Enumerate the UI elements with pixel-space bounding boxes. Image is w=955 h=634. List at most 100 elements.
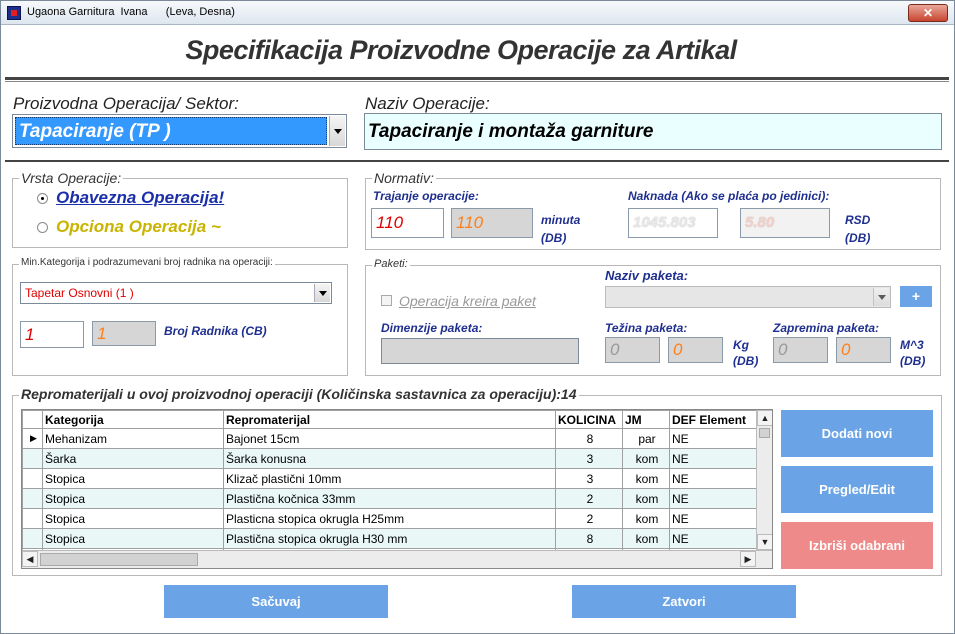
cell-repromaterijal: Plasticna stopica okrugla H25mm — [223, 508, 556, 529]
column-header-kolicina[interactable]: KOLICINA — [555, 410, 623, 429]
row-selector[interactable] — [22, 468, 43, 489]
radio-mandatory-label[interactable]: Obavezna Operacija! — [56, 188, 224, 208]
fee-label: Naknada (Ako se plaća po jedinici): — [628, 189, 830, 203]
chevron-down-icon[interactable] — [873, 288, 889, 306]
cell-kolicina: 3 — [555, 448, 623, 469]
category-group — [12, 264, 348, 376]
column-header-jm[interactable]: JM — [622, 410, 670, 429]
package-weight-label: Težina paketa: — [605, 321, 688, 335]
radio-mandatory[interactable] — [37, 193, 48, 204]
radio-optional[interactable] — [37, 222, 48, 233]
cell-repromaterijal: Klizač plastični 10mm — [223, 468, 556, 489]
close-window-button[interactable]: ✕ — [908, 4, 948, 22]
vertical-scroll-thumb[interactable] — [759, 428, 770, 438]
add-package-button[interactable]: + — [900, 286, 932, 307]
sector-label: Proizvodna Operacija/ Sektor: — [13, 94, 239, 113]
normativ-title: Normativ: — [372, 170, 436, 186]
sector-select[interactable]: Tapaciranje (TP ) — [12, 114, 347, 148]
row-current-indicator-icon[interactable]: ▶ — [22, 428, 43, 449]
add-material-button[interactable]: Dodati novi — [781, 410, 933, 457]
sector-select-value: Tapaciranje (TP ) — [15, 117, 327, 145]
package-weight-input[interactable]: 0 — [605, 337, 660, 363]
package-checkbox-label[interactable]: Operacija kreira paket — [399, 293, 536, 309]
cell-jm: kom — [622, 488, 670, 509]
delete-material-button[interactable]: Izbriši odabrani — [781, 522, 933, 569]
cell-jm: kom — [622, 468, 670, 489]
operation-name-label: Naziv Operacije: — [365, 94, 490, 113]
cell-def-element: NE — [669, 468, 758, 489]
close-button[interactable]: Zatvori — [572, 585, 796, 618]
cell-kolicina: 2 — [555, 508, 623, 529]
table-row[interactable]: ▶ Mehanizam Bajonet 15cm 8 par NE — [22, 428, 758, 449]
scroll-left-icon[interactable]: ◀ — [22, 551, 38, 567]
table-row[interactable]: Stopica Plastična stopica okrugla H30 mm 8… — [22, 528, 758, 549]
column-header-def-element[interactable]: DEF Element — [669, 410, 758, 429]
vertical-scrollbar[interactable]: ▲ ▼ — [756, 410, 772, 550]
row-selector-header — [22, 410, 43, 429]
table-row[interactable]: Šarka Šarka konusna 3 kom NE — [22, 448, 758, 469]
cell-repromaterijal: Plastična stopica okrugla H30 mm — [223, 528, 556, 549]
chevron-down-icon[interactable] — [329, 116, 345, 146]
cell-kategorija: Stopica — [42, 488, 224, 509]
package-name-select[interactable] — [605, 286, 891, 308]
scroll-up-icon[interactable]: ▲ — [757, 410, 772, 426]
package-volume-input[interactable]: 0 — [773, 337, 828, 363]
package-checkbox[interactable] — [381, 295, 392, 306]
cell-jm: kom — [622, 448, 670, 469]
package-name-label: Naziv paketa: — [605, 268, 689, 283]
radio-optional-label[interactable]: Opciona Operacija ~ — [56, 217, 221, 237]
chevron-down-icon[interactable] — [314, 284, 330, 302]
category-select-value: Tapetar Osnovni (1 ) — [25, 286, 134, 300]
operation-name-field[interactable]: Tapaciranje i montaža garniture — [364, 113, 942, 150]
main-window: Ugaona Garnitura Ivana (Leva, Desna) ✕ S… — [0, 0, 955, 634]
edit-material-button[interactable]: Pregled/Edit — [781, 466, 933, 513]
save-button[interactable]: Sačuvaj — [164, 585, 388, 618]
row-selector[interactable] — [22, 528, 43, 549]
duration-input[interactable]: 110 — [371, 208, 444, 238]
category-title: Min.Kategorija i podrazumevani broj radn… — [19, 257, 275, 268]
package-dimensions-field[interactable] — [381, 338, 579, 364]
cell-def-element: NE — [669, 508, 758, 529]
fee-input[interactable]: 1045.803 — [628, 208, 718, 238]
cell-def-element: NE — [669, 448, 758, 469]
cell-kategorija: Stopica — [42, 508, 224, 529]
cell-def-element: NE — [669, 528, 758, 549]
package-dimensions-label: Dimenzije paketa: — [381, 321, 483, 335]
package-volume-label: Zapremina paketa: — [773, 321, 880, 335]
cell-kolicina: 8 — [555, 428, 623, 449]
section-divider — [5, 160, 949, 162]
column-header-repromaterijal[interactable]: Repromaterijal — [223, 410, 556, 429]
category-select[interactable]: Tapetar Osnovni (1 ) — [20, 282, 332, 304]
row-selector[interactable] — [22, 448, 43, 469]
table-row[interactable]: Stopica Plastična kočnica 33mm 2 kom NE — [22, 488, 758, 509]
table-row[interactable]: Stopica Klizač plastični 10mm 3 kom NE — [22, 468, 758, 489]
fee-unit-db: (DB) — [845, 231, 871, 245]
materials-table-body: Kategorija Repromaterijal KOLICINA JM DE… — [22, 410, 758, 568]
column-header-kategorija[interactable]: Kategorija — [42, 410, 224, 429]
horizontal-scroll-thumb[interactable] — [40, 553, 198, 566]
fee-unit: RSD — [845, 213, 871, 227]
row-selector[interactable] — [22, 508, 43, 529]
table-row[interactable]: Stopica Plasticna stopica okrugla H25mm 2 k… — [22, 508, 758, 529]
package-weight-unit-db: (DB) — [733, 354, 759, 368]
worker-count-label: Broj Radnika (CB) — [164, 324, 267, 338]
horizontal-scrollbar[interactable]: ◀ ▶ — [22, 550, 772, 568]
duration-unit: minuta — [541, 213, 581, 227]
cell-def-element: NE — [669, 428, 758, 449]
worker-count-input[interactable]: 1 — [20, 321, 84, 348]
page-title: Specifikacija Proizvodne Operacije za Ar… — [185, 35, 737, 65]
duration-db-field: 110 — [451, 208, 533, 238]
header-divider — [5, 77, 949, 80]
scroll-down-icon[interactable]: ▼ — [757, 534, 772, 550]
packages-title: Paketi: — [372, 258, 410, 270]
cell-jm: kom — [622, 528, 670, 549]
cell-def-element: NE — [669, 488, 758, 509]
cell-kategorija: Stopica — [42, 528, 224, 549]
operation-type-title: Vrsta Operacije: — [19, 170, 124, 186]
scroll-right-icon[interactable]: ▶ — [740, 551, 756, 567]
row-selector[interactable] — [22, 488, 43, 509]
cell-repromaterijal: Plastična kočnica 33mm — [223, 488, 556, 509]
materials-table[interactable]: Kategorija Repromaterijal KOLICINA JM DE… — [21, 409, 773, 569]
cell-kolicina: 2 — [555, 488, 623, 509]
package-weight-db-field: 0 — [668, 337, 723, 363]
